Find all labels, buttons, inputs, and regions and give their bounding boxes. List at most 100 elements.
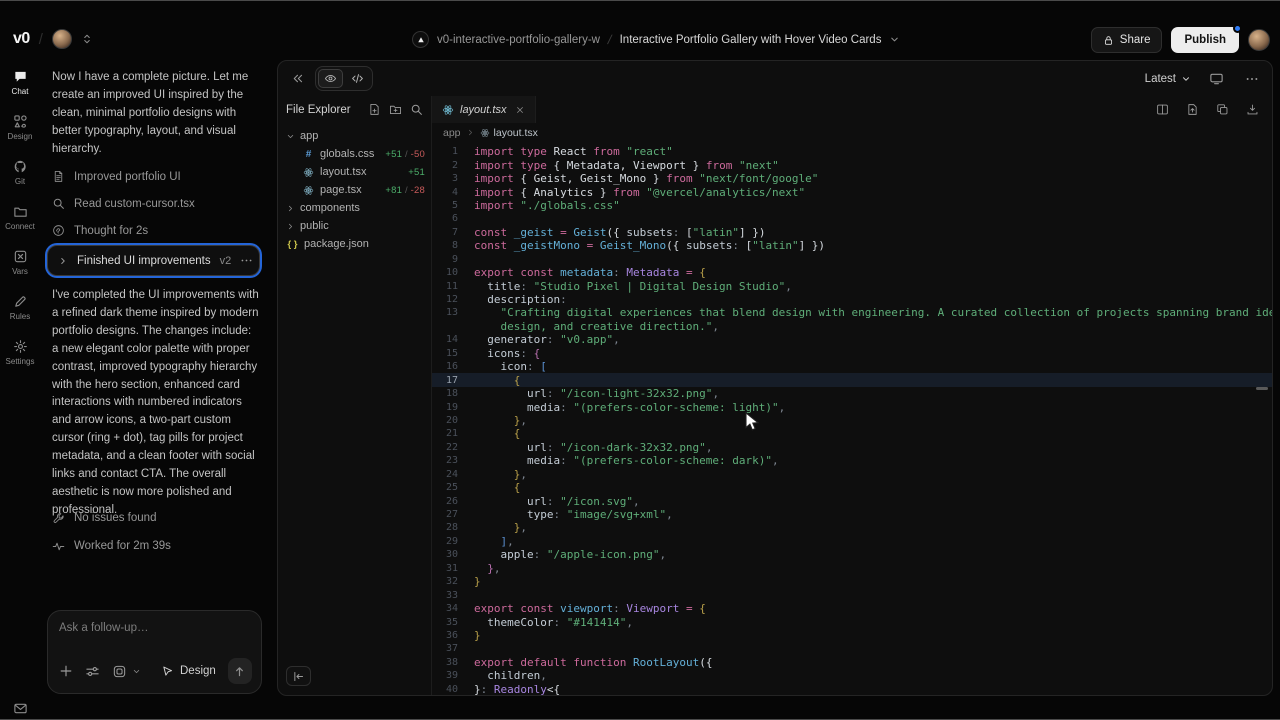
code-line: 5 import "./globals.css" (432, 199, 1272, 212)
split-editor-button[interactable] (1153, 100, 1172, 119)
tree-file-globals.css[interactable]: #globals.css+51 / -50 (278, 145, 431, 163)
chevron-down-icon[interactable] (889, 34, 900, 45)
code-line: design, and creative direction.", (432, 320, 1272, 333)
top-bar: v0 / v0-interactive-portfolio-gallery-w … (0, 0, 1280, 60)
rail-item-connect[interactable]: Connect (0, 195, 40, 240)
version-card-menu[interactable] (240, 254, 253, 267)
design-mode-button[interactable]: Design (161, 665, 216, 678)
view-toggle (315, 66, 373, 91)
rail-item-settings[interactable]: Settings (0, 330, 40, 375)
window-frame-top (0, 0, 1280, 1)
workspace-avatar[interactable] (52, 29, 72, 49)
status-row: Worked for 2m 39s (52, 532, 258, 560)
task-row[interactable]: Improved portfolio UI (52, 163, 258, 190)
chevron-right-icon (58, 256, 68, 266)
vercel-triangle-icon (412, 31, 429, 48)
code-line: 32 } (432, 575, 1272, 588)
model-picker-button[interactable] (112, 664, 127, 679)
code-line: 22 url: "/icon-dark-32x32.png", (432, 441, 1272, 454)
code-area[interactable]: 1 import type React from "react" 2 impor… (432, 142, 1272, 695)
left-rail: Chat Design Git Connect Vars Rules Setti… (0, 60, 40, 680)
copy-code-button[interactable] (1213, 100, 1232, 119)
task-list: Improved portfolio UI Read custom-cursor… (52, 163, 258, 244)
react-icon (442, 104, 454, 116)
preview-toggle[interactable] (318, 69, 343, 88)
send-button[interactable] (228, 658, 252, 684)
version-selector[interactable]: Latest (1145, 73, 1191, 85)
new-file-button[interactable] (368, 103, 381, 116)
tree-folder-components[interactable]: components (278, 199, 431, 217)
collapse-chat-button[interactable] (288, 69, 307, 88)
scrollbar-thumb[interactable] (1256, 387, 1268, 390)
rail-item-design[interactable]: Design (0, 105, 40, 150)
code-toggle[interactable] (345, 69, 370, 88)
panel-more-button[interactable] (1242, 69, 1262, 89)
mail-icon[interactable] (0, 701, 40, 716)
assistant-message: Now I have a complete picture. Let me cr… (52, 68, 254, 158)
followup-composer: Ask a follow-up… Design (47, 610, 262, 694)
chevron-right-icon (286, 222, 295, 231)
task-row[interactable]: Read custom-cursor.tsx (52, 190, 258, 217)
search-files-button[interactable] (410, 103, 423, 116)
new-folder-button[interactable] (389, 103, 402, 116)
publish-button[interactable]: Publish (1171, 27, 1239, 53)
connect-icon (13, 204, 28, 219)
open-browser-icon[interactable] (1206, 68, 1227, 89)
code-line: 17 { (432, 373, 1272, 386)
tree-file-package.json[interactable]: { }package.json (278, 235, 431, 253)
download-button[interactable] (1243, 100, 1262, 119)
code-line: 35 themeColor: "#141414", (432, 615, 1272, 628)
project-name[interactable]: v0-interactive-portfolio-gallery-w (437, 34, 600, 46)
version-card[interactable]: Finished UI improvements v2 (47, 245, 260, 276)
chat-title[interactable]: Interactive Portfolio Gallery with Hover… (620, 34, 882, 46)
rail-item-rules[interactable]: Rules (0, 285, 40, 330)
user-avatar[interactable] (1248, 29, 1270, 51)
code-line: 28 }, (432, 521, 1272, 534)
code-line: 21 { (432, 427, 1272, 440)
workspace-switcher-icon[interactable] (81, 33, 93, 45)
code-line: 29 ], (432, 535, 1272, 548)
attach-button[interactable] (59, 664, 73, 678)
rules-icon (13, 294, 28, 309)
code-line: 33 (432, 588, 1272, 601)
version-card-title: Finished UI improvements (77, 255, 211, 267)
code-line: 19 media: "(prefers-color-scheme: light)… (432, 400, 1272, 413)
tree-file-layout.tsx[interactable]: layout.tsx+51 (278, 163, 431, 181)
followup-input[interactable]: Ask a follow-up… (59, 622, 250, 634)
share-button[interactable]: Share (1091, 27, 1163, 53)
code-line: 39 children, (432, 669, 1272, 682)
rail-item-vars[interactable]: Vars (0, 240, 40, 285)
breadcrumb-folder[interactable]: app (443, 127, 461, 139)
code-line: 20 }, (432, 414, 1272, 427)
task-row[interactable]: Thought for 2s (52, 217, 258, 244)
code-line: 37 (432, 642, 1272, 655)
settings-sliders-button[interactable] (85, 664, 100, 679)
chevron-down-icon[interactable] (132, 667, 141, 676)
tab-layout-tsx[interactable]: layout.tsx (432, 96, 536, 123)
diff-stats: +51 / -50 (385, 149, 425, 160)
status-row: No issues found (52, 504, 258, 532)
code-line: 9 (432, 253, 1272, 266)
tree-folder-public[interactable]: public (278, 217, 431, 235)
react-icon (480, 128, 490, 138)
editor-panel: Latest File Explorer app#globals.css+51 … (277, 60, 1273, 696)
code-line: 3 import { Geist, Geist_Mono } from "nex… (432, 172, 1272, 185)
export-file-button[interactable] (1183, 100, 1202, 119)
rail-item-chat[interactable]: Chat (0, 60, 40, 105)
code-line: 18 url: "/icon-light-32x32.png", (432, 387, 1272, 400)
code-line: 8 const _geistMono = Geist_Mono({ subset… (432, 239, 1272, 252)
lock-icon (1103, 35, 1114, 46)
close-tab-icon[interactable] (515, 105, 525, 115)
code-line: 40 }: Readonly<{ (432, 683, 1272, 696)
breadcrumb-file: layout.tsx (494, 127, 538, 139)
code-line: 10 export const metadata: Metadata = { (432, 266, 1272, 279)
tree-file-page.tsx[interactable]: page.tsx+81 / -28 (278, 181, 431, 199)
rail-item-git[interactable]: Git (0, 150, 40, 195)
breadcrumb-divider: / (39, 31, 43, 48)
code-line: 12 description: (432, 293, 1272, 306)
code-line: 1 import type React from "react" (432, 145, 1272, 158)
collapse-explorer-button[interactable] (286, 666, 311, 686)
tree-folder-app[interactable]: app (278, 127, 431, 145)
tab-bar: layout.tsx (432, 96, 1272, 123)
code-line: 24 }, (432, 468, 1272, 481)
